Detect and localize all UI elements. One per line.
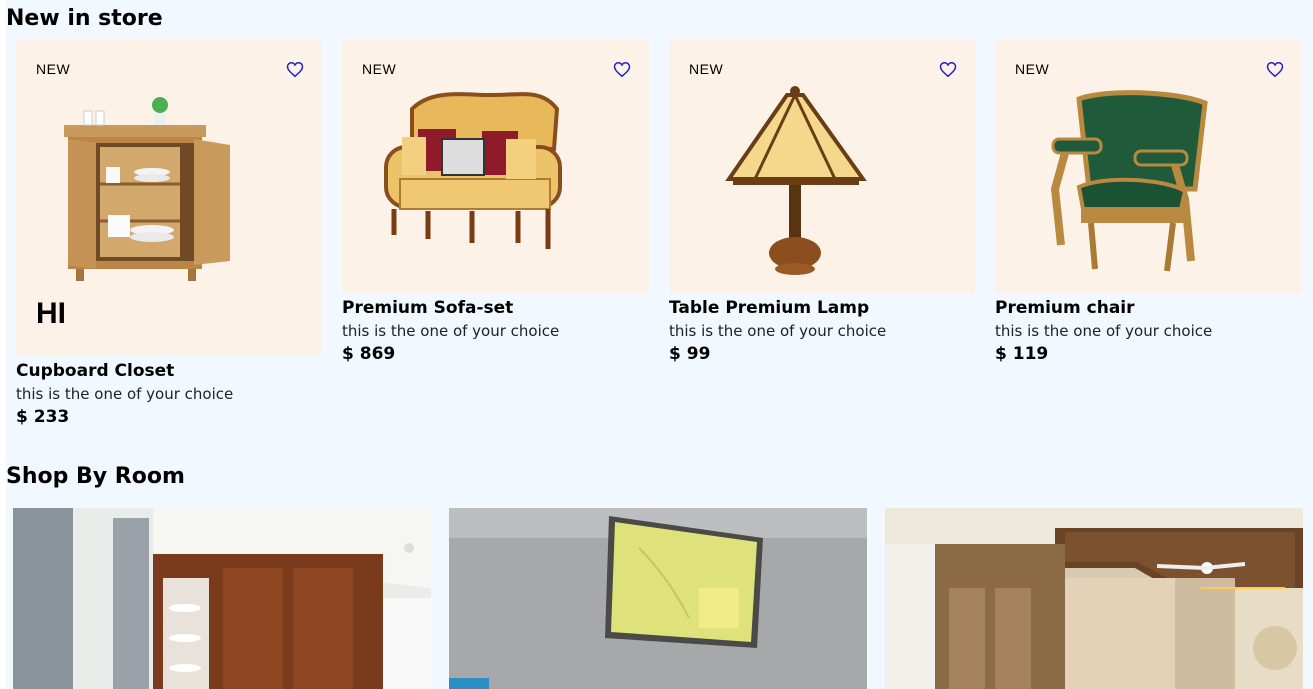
living-room-image <box>449 508 867 689</box>
sofa-image <box>384 92 562 249</box>
section-title-new-in-store: New in store <box>6 6 163 31</box>
new-badge: NEW <box>362 61 397 77</box>
product-description: this is the one of your choice <box>669 322 887 340</box>
heart-icon[interactable] <box>286 61 304 78</box>
new-badge: NEW <box>1015 61 1050 77</box>
bedroom-image <box>885 508 1303 689</box>
room-tile-living[interactable] <box>449 508 867 689</box>
product-card-lamp[interactable]: NEW Table Premium Lamp this is the one o… <box>669 39 975 366</box>
product-card-cupboard[interactable]: NEW HI Cupboard Closet this is the one o… <box>16 39 322 429</box>
heart-icon[interactable] <box>939 61 957 78</box>
product-image-area[interactable]: NEW <box>995 39 1302 293</box>
product-description: this is the one of your choice <box>342 322 560 340</box>
room-tile-bedroom[interactable] <box>885 508 1303 689</box>
product-image-area[interactable]: NEW <box>669 39 975 293</box>
chair-image <box>1050 90 1208 272</box>
product-card-chair[interactable]: NEW Premium chair this is the one of you… <box>995 39 1302 366</box>
heart-icon[interactable] <box>613 61 631 78</box>
new-badge: NEW <box>689 61 724 77</box>
room-tile-kitchen[interactable] <box>13 508 431 689</box>
left-edge <box>0 0 6 689</box>
product-name[interactable]: Cupboard Closet <box>16 360 322 383</box>
product-price: $ 869 <box>342 344 396 364</box>
new-badge: NEW <box>36 61 71 77</box>
heart-icon[interactable] <box>1266 61 1284 78</box>
lamp-image <box>725 86 867 275</box>
product-description: this is the one of your choice <box>16 385 234 403</box>
product-card-sofa[interactable]: NEW Premium Sofa-set this is the one of … <box>342 39 649 366</box>
product-image-area[interactable]: NEW HI <box>16 39 322 356</box>
product-price: $ 99 <box>669 344 711 364</box>
product-price: $ 233 <box>16 407 70 427</box>
product-description: this is the one of your choice <box>995 322 1213 340</box>
product-image-area[interactable]: NEW <box>342 39 649 293</box>
kitchen-image <box>13 508 431 689</box>
product-name[interactable]: Premium Sofa-set <box>342 297 649 320</box>
product-price: $ 119 <box>995 344 1049 364</box>
product-name[interactable]: Table Premium Lamp <box>669 297 975 320</box>
product-name[interactable]: Premium chair <box>995 297 1302 320</box>
promo-overlay-text: HI <box>36 297 66 330</box>
section-title-shop-by-room: Shop By Room <box>6 464 185 489</box>
